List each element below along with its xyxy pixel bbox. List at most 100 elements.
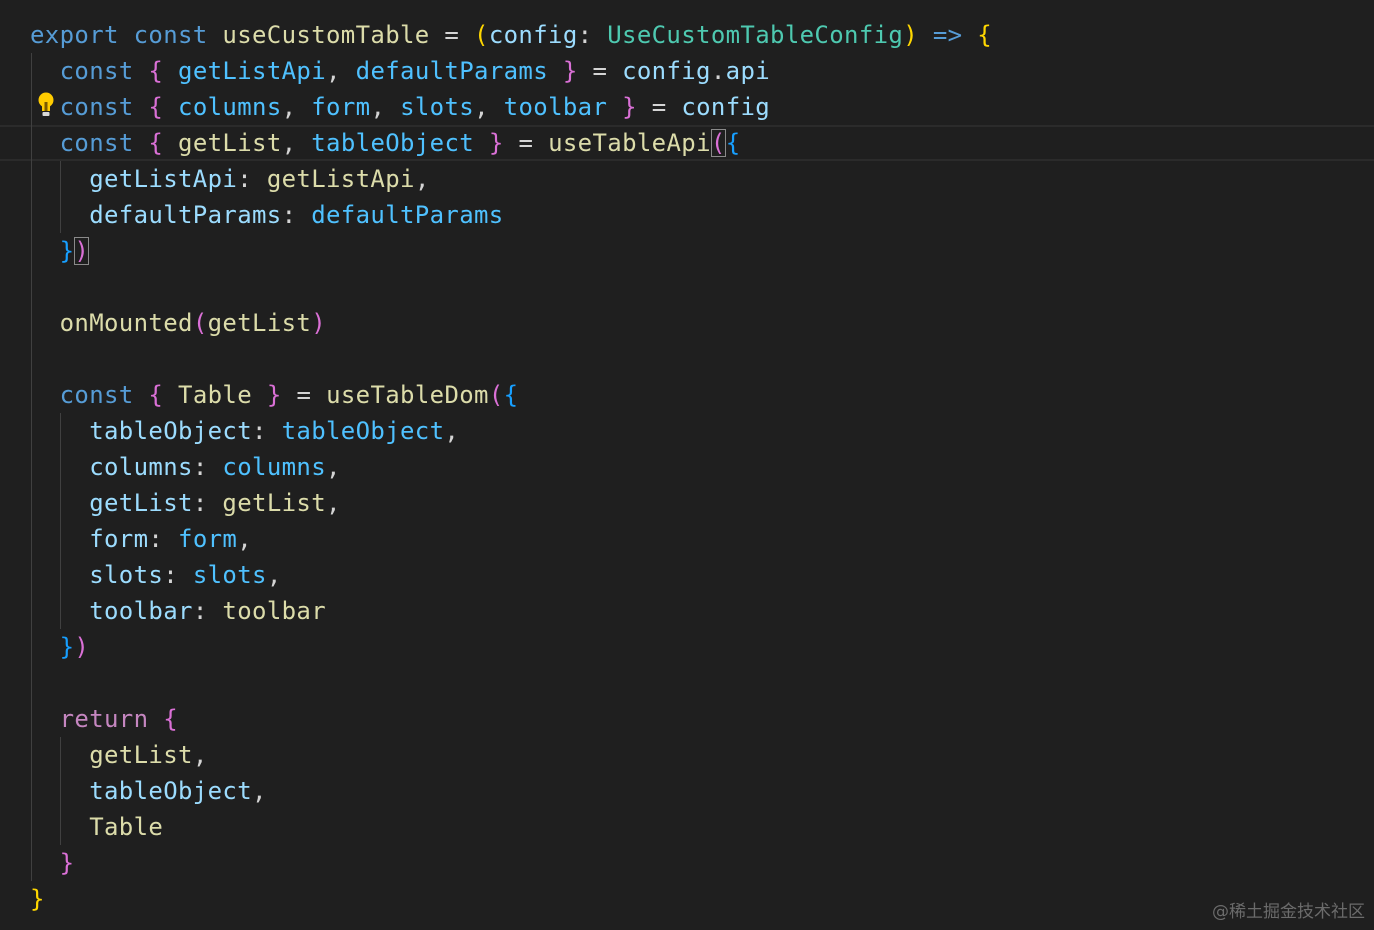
code-token: , [266, 561, 282, 589]
code-token: UseCustomTableConfig [607, 21, 904, 49]
code-line[interactable]: }) [0, 233, 1374, 269]
code-token: form [311, 93, 371, 121]
code-token: Table [178, 381, 253, 409]
code-token: return [59, 705, 164, 733]
code-token: config [681, 93, 771, 121]
code-token: = [577, 57, 623, 85]
code-token: : [163, 561, 193, 589]
code-token: api [725, 57, 771, 85]
code-token: = [503, 129, 549, 157]
code-token: const [59, 93, 149, 121]
code-line[interactable]: } [0, 845, 1374, 881]
code-token: , [474, 93, 504, 121]
code-token: , [326, 453, 341, 481]
code-line[interactable]: const { Table } = useTableDom({ [0, 377, 1374, 413]
code-token: useTableDom [326, 381, 489, 409]
indent-guide [60, 737, 61, 845]
code-token: { [503, 381, 519, 409]
code-token: , [326, 489, 341, 517]
code-line-text: export const useCustomTable = (config: U… [30, 17, 992, 53]
code-editor[interactable]: export const useCustomTable = (config: U… [0, 0, 1374, 930]
code-line[interactable]: }) [0, 629, 1374, 665]
code-token: useCustomTable [222, 21, 430, 49]
code-line-text: slots: slots, [30, 557, 282, 593]
code-token: const [133, 21, 223, 49]
code-token: config [488, 21, 578, 49]
code-token: : [252, 417, 282, 445]
code-line[interactable]: const { columns, form, slots, toolbar } … [0, 89, 1374, 125]
code-token: : [148, 525, 179, 553]
code-line[interactable]: const { getList, tableObject } = useTabl… [0, 125, 1374, 161]
code-token: ) [311, 309, 327, 337]
code-line-text: getList: getList, [30, 485, 341, 521]
code-line[interactable]: getListApi: getListApi, [0, 161, 1374, 197]
code-line[interactable]: export const useCustomTable = (config: U… [0, 17, 1374, 53]
code-token: = [636, 93, 682, 121]
code-line[interactable]: return { [0, 701, 1374, 737]
code-token: getList [178, 129, 282, 157]
code-line[interactable]: tableObject: tableObject, [0, 413, 1374, 449]
code-line-text: } [30, 845, 74, 881]
code-line-text: } [30, 881, 45, 917]
code-token: , [370, 93, 401, 121]
code-token: { [148, 129, 164, 157]
code-token: ( [192, 309, 208, 337]
code-token: , [252, 777, 267, 805]
code-line[interactable]: onMounted(getList) [0, 305, 1374, 341]
code-line[interactable]: } [0, 881, 1374, 917]
code-line[interactable]: toolbar: toolbar [0, 593, 1374, 629]
code-line[interactable]: getList: getList, [0, 485, 1374, 521]
code-token: form [178, 525, 238, 553]
indent-guide [60, 161, 61, 233]
code-line-text: getListApi: getListApi, [30, 161, 430, 197]
code-line-text: }) [30, 629, 89, 665]
code-token: form [89, 525, 149, 553]
code-line[interactable]: Table [0, 809, 1374, 845]
code-line[interactable] [0, 341, 1374, 377]
code-token: defaultParams [311, 201, 504, 229]
code-line[interactable]: slots: slots, [0, 557, 1374, 593]
code-line[interactable] [0, 269, 1374, 305]
lightbulb-icon[interactable] [37, 91, 55, 119]
code-line[interactable]: form: form, [0, 521, 1374, 557]
code-line-text: }) [30, 233, 90, 269]
code-line-text: tableObject: tableObject, [30, 413, 459, 449]
code-token: , [281, 129, 312, 157]
code-line-text: getList, [30, 737, 208, 773]
code-token: { [977, 21, 993, 49]
code-line-text: const { getList, tableObject } = useTabl… [30, 125, 741, 161]
code-line[interactable] [0, 665, 1374, 701]
code-token: , [237, 525, 253, 553]
code-token: } [59, 237, 75, 265]
code-token: { [148, 93, 164, 121]
code-token: : [192, 597, 223, 625]
code-token: ( [474, 21, 489, 49]
code-token: getListApi [89, 165, 238, 193]
code-line[interactable]: tableObject, [0, 773, 1374, 809]
code-token: useTableApi [548, 129, 711, 157]
code-line-text: const { getListApi, defaultParams } = co… [30, 53, 770, 89]
code-token: : [281, 201, 312, 229]
code-line[interactable]: columns: columns, [0, 449, 1374, 485]
code-token: } [59, 849, 75, 877]
code-token: , [444, 417, 460, 445]
code-line[interactable]: const { getListApi, defaultParams } = co… [0, 53, 1374, 89]
code-token: getListApi [178, 57, 327, 85]
code-line[interactable]: getList, [0, 737, 1374, 773]
code-token: export [30, 21, 134, 49]
code-token: tableObject [281, 417, 445, 445]
code-token: } [488, 129, 504, 157]
code-token: { [163, 705, 179, 733]
code-token: } [622, 93, 637, 121]
code-token: columns [178, 93, 282, 121]
code-token: , [326, 57, 356, 85]
code-line[interactable]: defaultParams: defaultParams [0, 197, 1374, 233]
